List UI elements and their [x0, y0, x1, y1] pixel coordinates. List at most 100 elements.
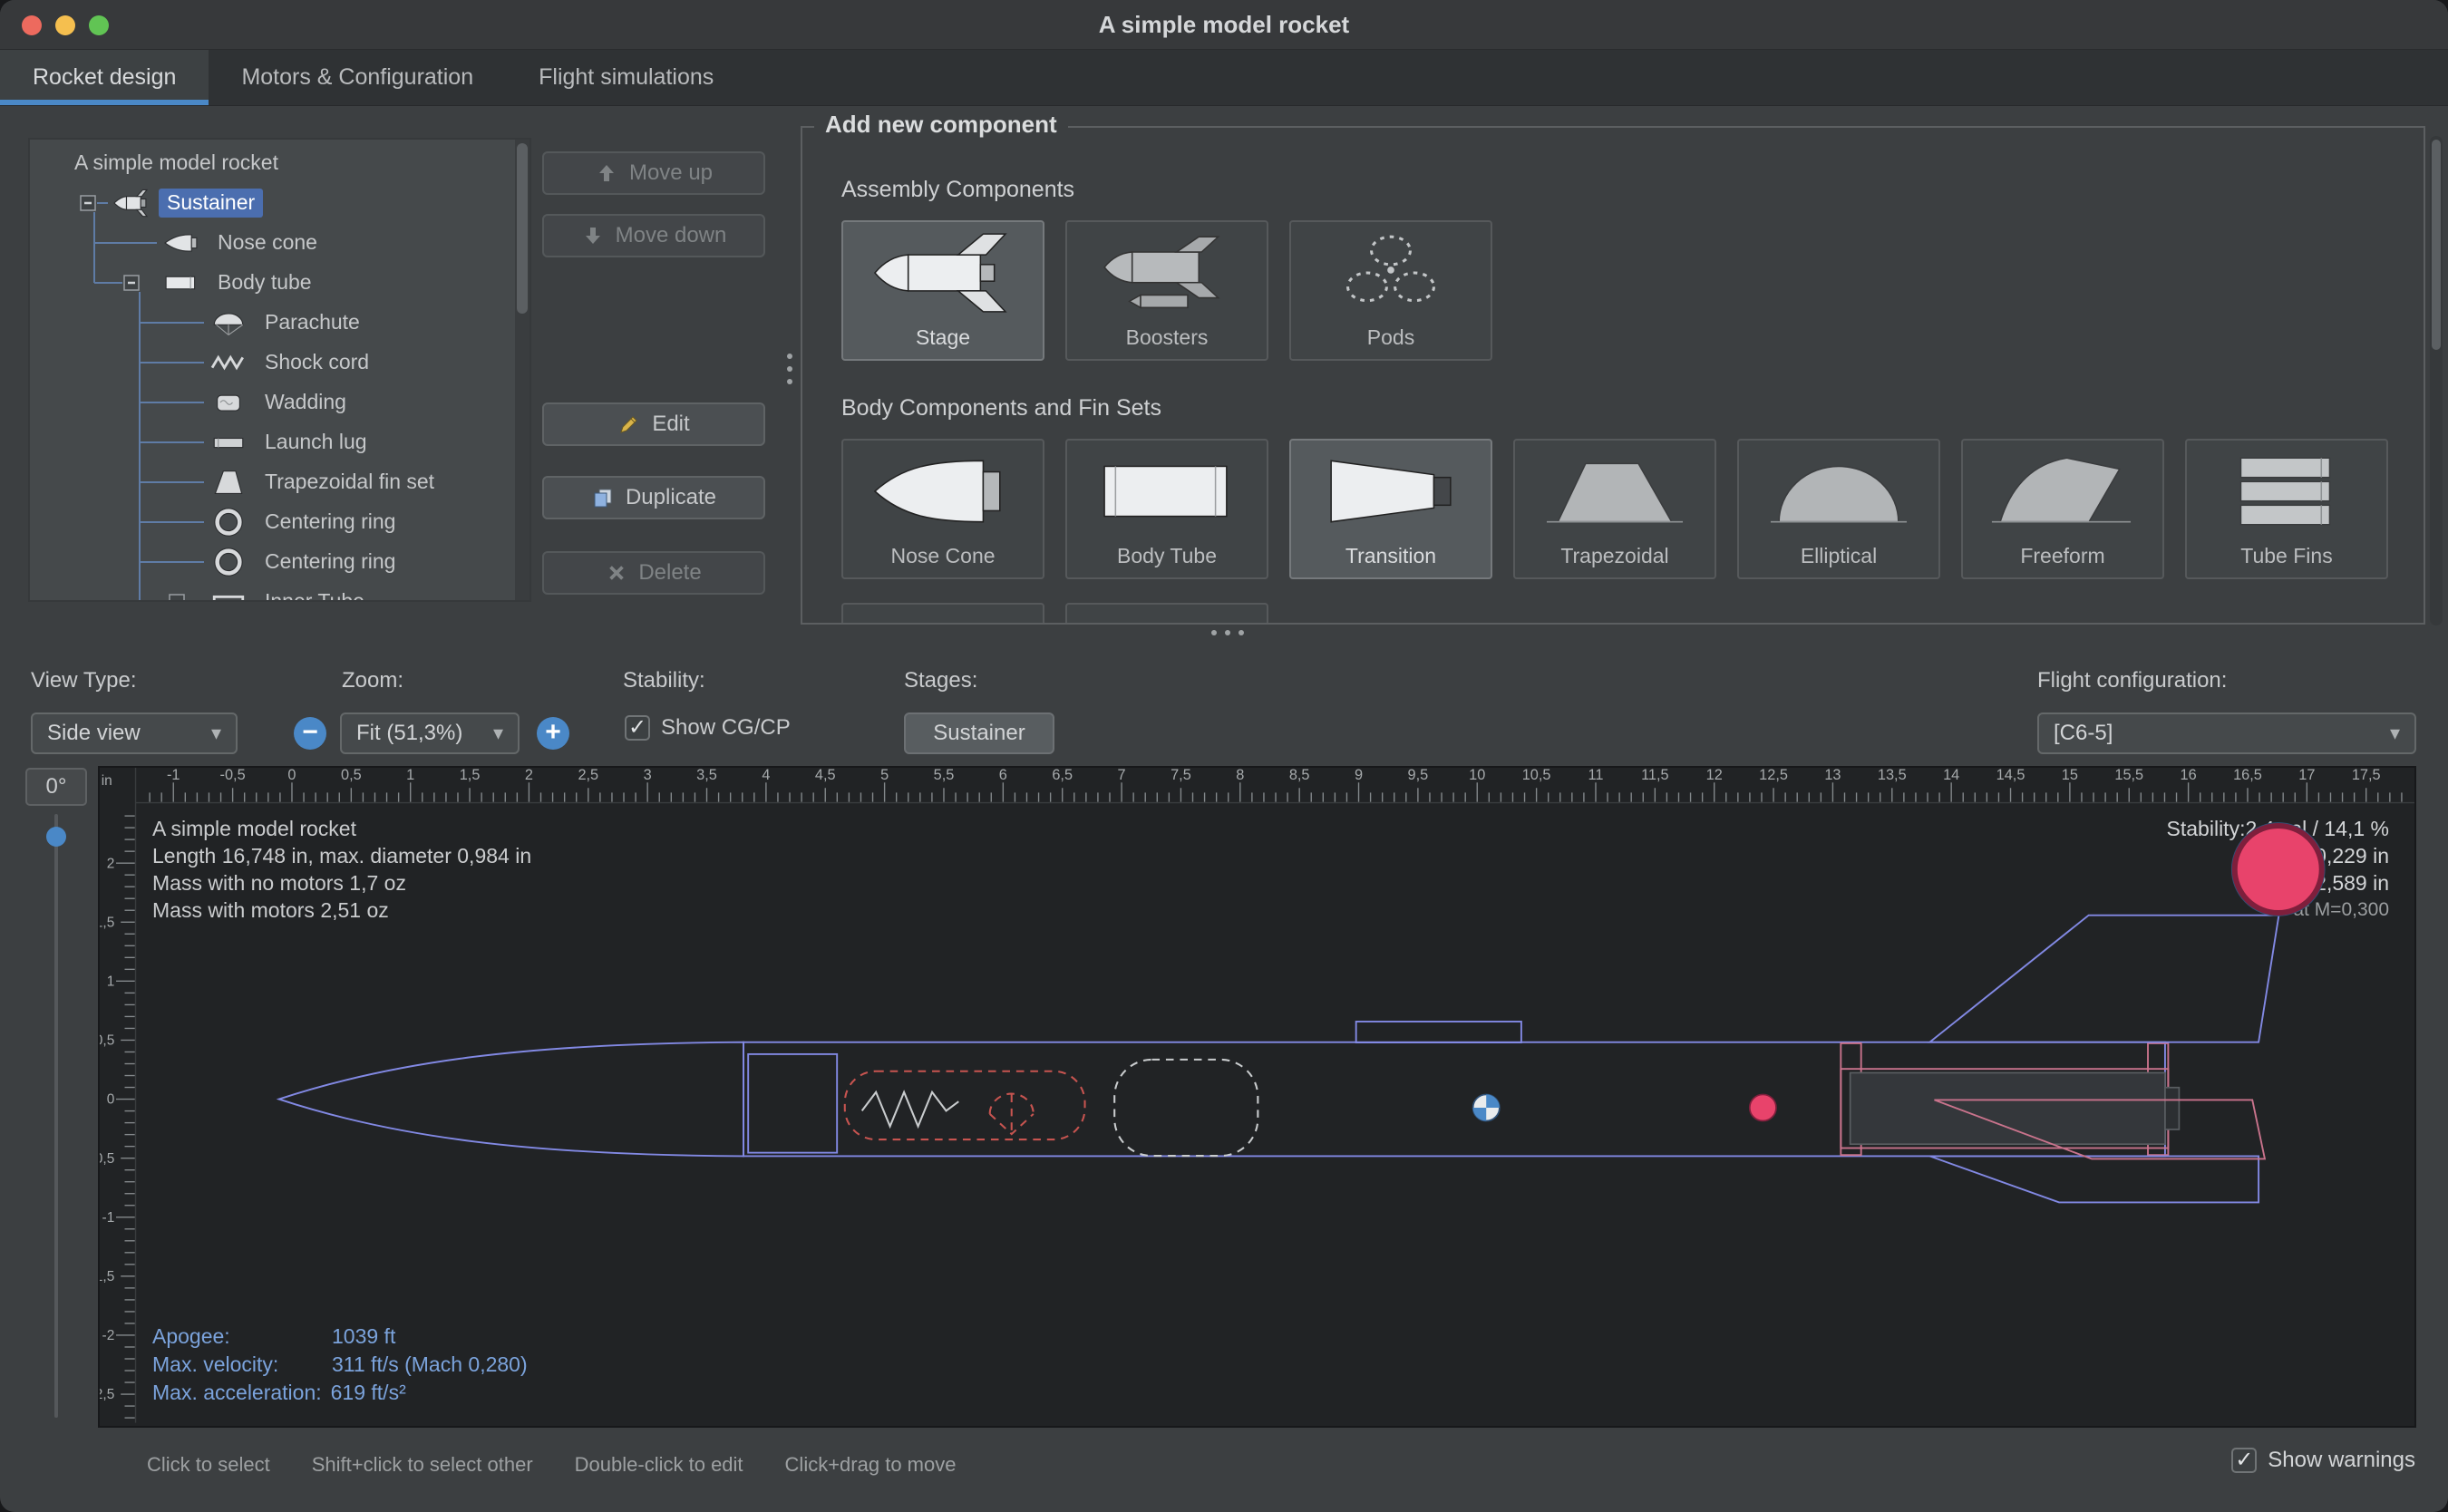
component-tile-stage[interactable]: Stage	[841, 220, 1044, 361]
component-tile-trapezoidal[interactable]: Trapezoidal	[1513, 439, 1716, 579]
stability-info: Stability:2,4 cal / 14,1 % CG: 10,229 in…	[2167, 815, 2389, 924]
add-component-title: Add new component	[814, 111, 1068, 139]
centering-ring-icon	[209, 547, 248, 577]
close-button[interactable]	[22, 15, 42, 35]
rotation-slider-thumb[interactable]	[46, 827, 66, 847]
fin-upper	[1929, 916, 2278, 1042]
view-type-select[interactable]: Side view ▾	[31, 712, 238, 754]
edit-button[interactable]: Edit	[542, 402, 765, 446]
tree-item-centering-ring[interactable]: Centering ring	[209, 542, 403, 582]
stage-sustainer-button[interactable]: Sustainer	[904, 712, 1054, 754]
add-panel-scrollbar-thumb[interactable]	[2432, 140, 2441, 350]
shock-cord-symbol	[862, 1092, 959, 1127]
tree-item-trapezoidal-fin-set[interactable]: Trapezoidal fin set	[209, 462, 442, 502]
flight-config-select[interactable]: [C6-5] ▾	[2037, 712, 2416, 754]
status-hint: Click to select	[147, 1453, 270, 1477]
zoom-select[interactable]: Fit (51,3%) ▾	[340, 712, 520, 754]
status-bar: Click to select Shift+click to select oth…	[0, 1428, 2448, 1512]
status-hint: Double-click to edit	[575, 1453, 743, 1477]
rocket-view[interactable]: -1-0,500,511,522,533,544,555,566,577,588…	[98, 766, 2416, 1428]
rotation-slider[interactable]	[45, 814, 67, 1418]
tree-item-nose-cone[interactable]: Nose cone	[162, 223, 325, 263]
component-tile-clipped[interactable]	[841, 603, 1044, 625]
component-tile-body-tube[interactable]: Body Tube	[1065, 439, 1268, 579]
splitter-vertical-grip[interactable]	[787, 354, 792, 384]
show-cgcp-checkbox[interactable]: ✓ Show CG/CP	[625, 715, 791, 741]
checkbox-icon[interactable]: ✓	[625, 715, 650, 741]
tree-item-wadding[interactable]: Wadding	[209, 383, 355, 422]
tree-item-parachute[interactable]: Parachute	[209, 303, 368, 343]
component-tile-boosters[interactable]: Boosters	[1065, 220, 1268, 361]
component-tile-elliptical[interactable]: Elliptical	[1737, 439, 1940, 579]
delete-button[interactable]: Delete	[542, 551, 765, 595]
nose-shoulder-outline	[748, 1054, 837, 1153]
parachute-symbol[interactable]	[845, 1071, 1085, 1139]
svg-text:14: 14	[1943, 768, 1959, 783]
add-panel-scrollbar[interactable]	[2430, 136, 2443, 625]
component-tile-freeform[interactable]: Freeform	[1961, 439, 2164, 579]
svg-text:7,5: 7,5	[1171, 768, 1191, 783]
svg-text:5: 5	[880, 768, 889, 783]
minimize-button[interactable]	[55, 15, 75, 35]
show-warnings-checkbox[interactable]: ✓ Show warnings	[2231, 1448, 2415, 1473]
tree-item-body-tube[interactable]: Body tube	[162, 263, 320, 303]
component-tile-transition[interactable]: Transition	[1289, 439, 1492, 579]
component-tile-clipped[interactable]	[1065, 603, 1268, 625]
tree-scrollbar-thumb[interactable]	[517, 143, 528, 314]
move-up-button[interactable]: Move up	[542, 151, 765, 195]
tab-motors-configuration[interactable]: Motors & Configuration	[209, 50, 506, 105]
centering-ring-icon	[209, 507, 248, 538]
zoom-value: Fit (51,3%)	[356, 721, 462, 746]
tree-item-inner-tube[interactable]: Inner Tube	[209, 582, 373, 602]
flight-stat-row: Max. velocity:311 ft/s (Mach 0,280)	[152, 1351, 528, 1379]
tree-item-launch-lug[interactable]: Launch lug	[209, 422, 375, 462]
svg-text:2: 2	[107, 856, 115, 871]
svg-text:5,5: 5,5	[934, 768, 955, 783]
tree-item-centering-ring[interactable]: Centering ring	[209, 502, 403, 542]
wadding-icon	[209, 387, 248, 418]
status-hint: Click+drag to move	[785, 1453, 957, 1477]
svg-text:12: 12	[1706, 768, 1723, 783]
cg-marker	[1473, 1094, 1500, 1120]
rocket-drawing[interactable]	[279, 916, 2279, 1203]
wadding-symbol	[1114, 1060, 1258, 1156]
tube-fins-icon	[2187, 441, 2386, 542]
splitter-horizontal-grip[interactable]	[1211, 630, 1244, 635]
tree-item-shock-cord[interactable]: Shock cord	[209, 343, 377, 383]
component-tree[interactable]: A simple model rocketSustainerNose coneB…	[28, 138, 531, 602]
svg-text:16,5: 16,5	[2233, 768, 2262, 783]
flight-stat-row: Apogee:1039 ft	[152, 1323, 528, 1351]
svg-text:4,5: 4,5	[815, 768, 836, 783]
tab-bar: Rocket designMotors & ConfigurationFligh…	[0, 50, 2448, 106]
svg-text:-1,5: -1,5	[100, 1269, 114, 1284]
zoom-in-button[interactable]: +	[537, 717, 569, 750]
component-tile-pods[interactable]: Pods	[1289, 220, 1492, 361]
duplicate-button[interactable]: Duplicate	[542, 476, 765, 519]
component-tile-nose-cone[interactable]: Nose Cone	[841, 439, 1044, 579]
zoom-out-button[interactable]: −	[294, 717, 326, 750]
launch-lug-outline	[1356, 1022, 1521, 1042]
tab-flight-simulations[interactable]: Flight simulations	[506, 50, 746, 105]
maximize-button[interactable]	[89, 15, 109, 35]
svg-text:13,5: 13,5	[1878, 768, 1907, 783]
body-tube-icon	[1067, 441, 1267, 542]
tree-scrollbar[interactable]	[515, 140, 529, 600]
rocket-length: Length 16,748 in, max. diameter 0,984 in	[152, 842, 531, 869]
tree-item-sustainer[interactable]: Sustainer	[112, 183, 263, 223]
tab-rocket-design[interactable]: Rocket design	[0, 50, 209, 105]
svg-text:2: 2	[525, 768, 533, 783]
svg-text:0: 0	[107, 1092, 115, 1108]
component-tile-tube-fins[interactable]: Tube Fins	[2185, 439, 2388, 579]
inner-tube-icon	[209, 586, 248, 602]
copy-icon	[591, 486, 615, 509]
show-cgcp-label: Show CG/CP	[661, 715, 791, 741]
svg-text:1,5: 1,5	[460, 768, 481, 783]
svg-text:11: 11	[1588, 768, 1604, 783]
checkbox-icon[interactable]: ✓	[2231, 1448, 2257, 1473]
stability-label: Stability:	[623, 668, 705, 693]
elliptical-icon	[1739, 441, 1938, 542]
section-heading-body-components-and-fin-sets: Body Components and Fin Sets	[841, 395, 1161, 422]
move-down-button[interactable]: Move down	[542, 214, 765, 257]
status-hint: Shift+click to select other	[312, 1453, 533, 1477]
tree-root[interactable]: A simple model rocket	[66, 143, 287, 183]
